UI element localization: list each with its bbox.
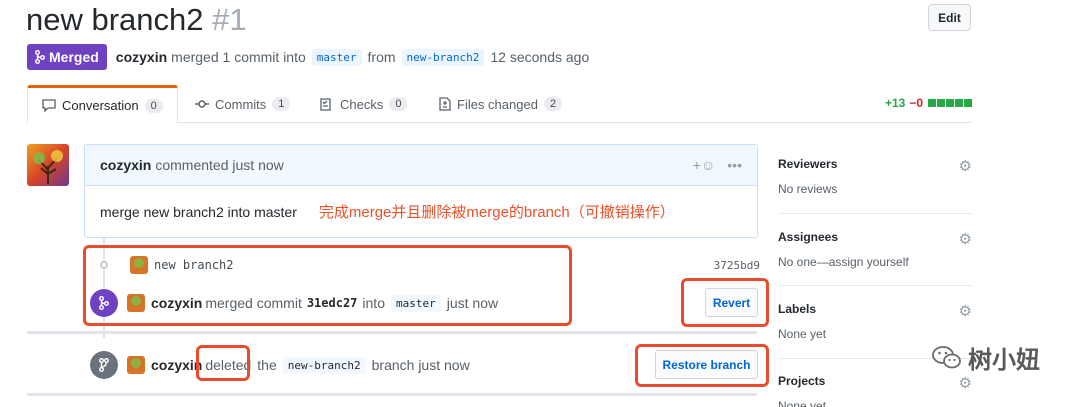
- tab-conversation[interactable]: Conversation 0: [27, 85, 178, 124]
- event-author[interactable]: cozyxin: [151, 295, 202, 311]
- file-diff-icon: [439, 97, 451, 111]
- page-title: new branch2 #1: [26, 2, 247, 38]
- merged-badge: Merged: [27, 44, 107, 70]
- tab-commits[interactable]: Commits 1: [195, 85, 291, 123]
- diffstat: +13 −0: [885, 96, 972, 110]
- sidebar-labels: Labels None yet ⚙: [778, 302, 972, 341]
- delete-branch-event: cozyxin deleted the new-branch2 branch j…: [127, 356, 470, 374]
- gear-icon[interactable]: ⚙: [959, 157, 972, 175]
- diffstat-deletions: −0: [909, 96, 923, 110]
- tab-checks[interactable]: Checks 0: [320, 85, 408, 123]
- sidebar-divider: [778, 285, 972, 286]
- commit-sha[interactable]: 3725bd9: [714, 259, 760, 272]
- merge-icon: [90, 289, 118, 317]
- revert-button[interactable]: Revert: [705, 288, 758, 317]
- gear-icon[interactable]: ⚙: [959, 230, 972, 248]
- tab-files-changed[interactable]: Files changed 2: [439, 85, 563, 123]
- timeline-divider: [27, 331, 757, 334]
- gear-icon[interactable]: ⚙: [959, 374, 972, 392]
- avatar[interactable]: [27, 144, 69, 186]
- checklist-icon: [320, 97, 331, 111]
- pr-title: new branch2: [26, 2, 204, 37]
- gear-icon[interactable]: ⚙: [959, 302, 972, 320]
- sidebar-divider: [778, 213, 972, 214]
- merge-event: cozyxin merged commit 31edc27 into maste…: [127, 294, 498, 312]
- commit-row: new branch2 3725bd9: [96, 255, 760, 275]
- add-reaction-icon[interactable]: +☺: [693, 157, 715, 173]
- watermark: 树小妞: [932, 340, 1040, 375]
- diffstat-bar: [927, 96, 972, 110]
- comment-header: cozyxin commented just now +☺ •••: [85, 145, 757, 186]
- sidebar-reviewers: Reviewers No reviews ⚙: [778, 157, 972, 196]
- assign-yourself-link[interactable]: No one—assign yourself: [778, 255, 972, 269]
- sidebar-projects: Projects None yet ⚙: [778, 374, 972, 407]
- merge-commit-sha[interactable]: 31edc27: [307, 296, 358, 310]
- comment-meta: commented just now: [155, 157, 284, 173]
- comment: cozyxin commented just now +☺ ••• merge …: [84, 144, 758, 238]
- merge-target-branch[interactable]: master: [390, 294, 441, 312]
- restore-branch-button[interactable]: Restore branch: [655, 350, 758, 379]
- diffstat-additions: +13: [884, 96, 906, 110]
- comment-icon: [42, 99, 56, 112]
- timeline-divider: [27, 393, 757, 396]
- deleted-branch[interactable]: new-branch2: [282, 356, 366, 374]
- commit-dot-icon: [100, 261, 108, 269]
- head-branch[interactable]: new-branch2: [401, 48, 485, 66]
- sidebar-assignees: Assignees No one—assign yourself ⚙: [778, 230, 972, 269]
- comment-text: merge new branch2 into master: [100, 203, 297, 220]
- base-branch[interactable]: master: [311, 48, 362, 66]
- annotation-text: 完成merge并且删除被merge的branch（可撤销操作）: [318, 204, 675, 221]
- wechat-icon: [932, 345, 961, 368]
- comment-body: merge new branch2 into master 完成merge并且删…: [85, 186, 757, 237]
- pr-meta: Merged cozyxin merged 1 commit into mast…: [27, 44, 589, 70]
- avatar[interactable]: [130, 256, 148, 274]
- event-author[interactable]: cozyxin: [151, 357, 202, 373]
- commit-message[interactable]: new branch2: [154, 258, 233, 272]
- pr-author-link[interactable]: cozyxin: [116, 49, 167, 65]
- pr-number: #1: [212, 2, 247, 37]
- avatar[interactable]: [127, 294, 145, 312]
- edit-button[interactable]: Edit: [928, 4, 971, 31]
- more-options-icon[interactable]: •••: [727, 157, 742, 173]
- highlight-box-deleted: [196, 345, 250, 381]
- commit-icon: [195, 100, 209, 108]
- branch-icon: [90, 351, 118, 379]
- merge-icon: [35, 50, 45, 64]
- avatar[interactable]: [127, 356, 145, 374]
- pr-tabs: Conversation 0 Commits 1 Checks 0 Files …: [27, 85, 972, 124]
- comment-author[interactable]: cozyxin: [100, 157, 151, 173]
- watermark-text: 树小妞: [968, 347, 1040, 374]
